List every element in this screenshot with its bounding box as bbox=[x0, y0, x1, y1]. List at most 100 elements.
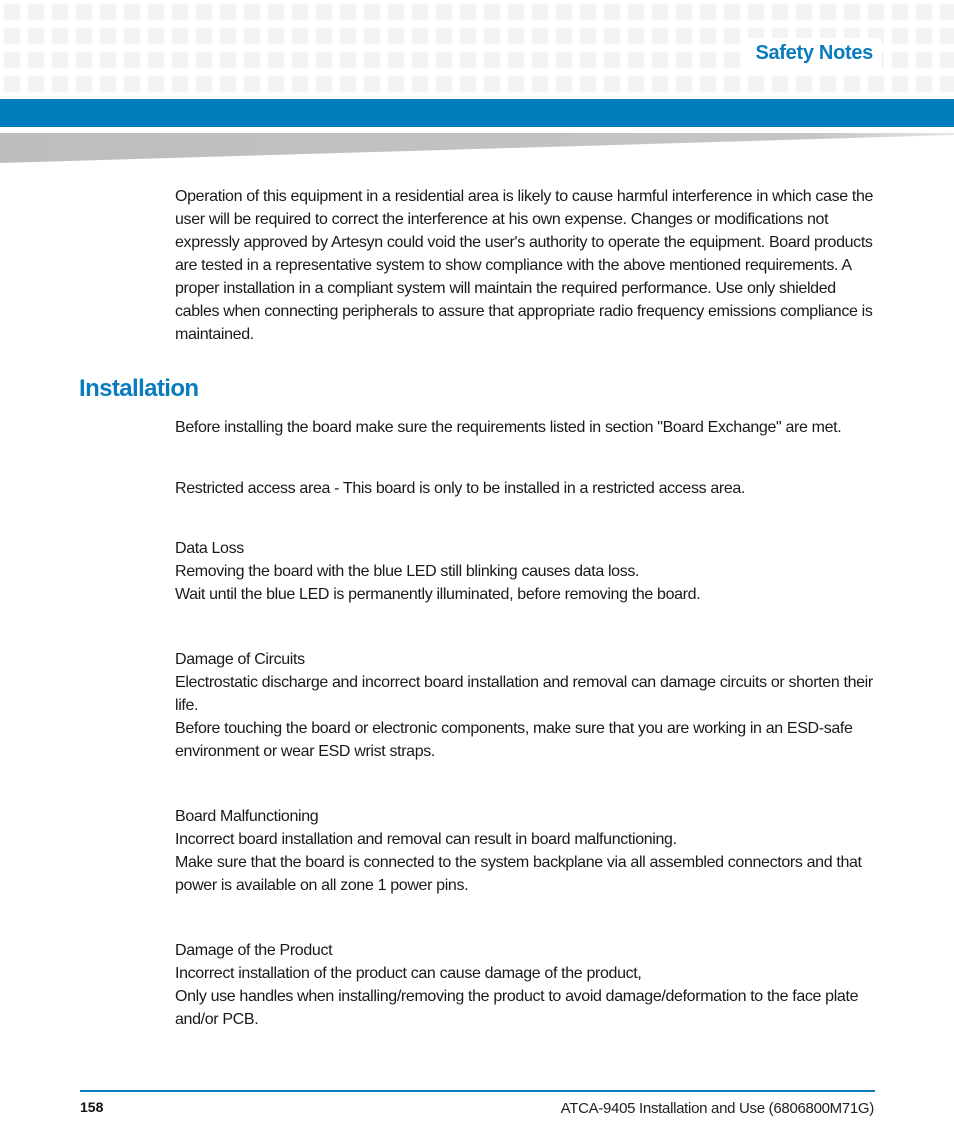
grid-square bbox=[916, 76, 932, 92]
grid-square bbox=[76, 4, 92, 20]
notice-line: Electrostatic discharge and incorrect bo… bbox=[175, 674, 873, 714]
grid-square bbox=[532, 28, 548, 44]
grid-square bbox=[124, 76, 140, 92]
grid-square bbox=[436, 52, 452, 68]
grid-square bbox=[868, 4, 884, 20]
notice-title: Data Loss bbox=[175, 540, 244, 557]
grid-square bbox=[316, 52, 332, 68]
grid-square bbox=[28, 4, 44, 20]
grid-square bbox=[292, 52, 308, 68]
grid-square bbox=[220, 4, 236, 20]
notice-data-loss: Data Loss Removing the board with the bl… bbox=[175, 537, 875, 606]
grid-square bbox=[604, 76, 620, 92]
paragraph-text: Restricted access area - This board is o… bbox=[175, 480, 746, 497]
header-blue-bar bbox=[0, 99, 954, 127]
document-title: ATCA-9405 Installation and Use (6806800M… bbox=[560, 1100, 875, 1117]
installation-paragraph-requirements: Before installing the board make sure th… bbox=[175, 416, 875, 439]
grid-square bbox=[508, 52, 524, 68]
grid-square bbox=[340, 76, 356, 92]
grid-square bbox=[916, 28, 932, 44]
grid-square bbox=[820, 4, 836, 20]
grid-square bbox=[532, 4, 548, 20]
footer-divider bbox=[80, 1090, 875, 1092]
grid-square bbox=[772, 76, 788, 92]
grid-square bbox=[508, 76, 524, 92]
grid-square bbox=[388, 76, 404, 92]
grid-square bbox=[268, 28, 284, 44]
grid-square bbox=[772, 4, 788, 20]
grid-square bbox=[100, 4, 116, 20]
grid-square bbox=[196, 28, 212, 44]
grid-square bbox=[532, 76, 548, 92]
notice-title: Damage of Circuits bbox=[175, 651, 305, 668]
grid-square bbox=[676, 4, 692, 20]
grid-square bbox=[676, 76, 692, 92]
grid-square bbox=[628, 28, 644, 44]
grid-square bbox=[292, 28, 308, 44]
grid-square bbox=[220, 76, 236, 92]
grid-square bbox=[220, 52, 236, 68]
grid-square bbox=[172, 4, 188, 20]
grid-square bbox=[172, 28, 188, 44]
grid-square bbox=[484, 76, 500, 92]
grid-square bbox=[652, 52, 668, 68]
grid-square bbox=[268, 52, 284, 68]
grid-square bbox=[268, 76, 284, 92]
grid-square bbox=[580, 4, 596, 20]
grid-square bbox=[220, 28, 236, 44]
grid-square bbox=[52, 76, 68, 92]
grid-square bbox=[28, 76, 44, 92]
notice-line: Incorrect installation of the product ca… bbox=[175, 965, 642, 982]
grid-square bbox=[628, 76, 644, 92]
grid-square bbox=[676, 28, 692, 44]
grid-square bbox=[412, 52, 428, 68]
grid-square bbox=[508, 4, 524, 20]
grid-square bbox=[484, 52, 500, 68]
grid-square bbox=[124, 4, 140, 20]
grid-square bbox=[628, 4, 644, 20]
grid-square bbox=[388, 4, 404, 20]
grid-square bbox=[244, 28, 260, 44]
intro-paragraph: Operation of this equipment in a residen… bbox=[175, 188, 874, 343]
grid-square bbox=[100, 52, 116, 68]
grid-square bbox=[892, 52, 908, 68]
grid-square bbox=[652, 76, 668, 92]
grid-square bbox=[484, 4, 500, 20]
grid-square bbox=[844, 4, 860, 20]
grid-square bbox=[292, 76, 308, 92]
grid-square bbox=[388, 28, 404, 44]
grid-square bbox=[364, 28, 380, 44]
grid-square bbox=[700, 28, 716, 44]
grid-square bbox=[124, 28, 140, 44]
grid-square bbox=[4, 76, 20, 92]
grid-square bbox=[148, 28, 164, 44]
grid-square bbox=[316, 76, 332, 92]
grid-square bbox=[724, 52, 740, 68]
grid-square bbox=[244, 76, 260, 92]
notice-line: Wait until the blue LED is permanently i… bbox=[175, 586, 701, 603]
grid-square bbox=[484, 28, 500, 44]
notice-board-malfunctioning: Board Malfunctioning Incorrect board ins… bbox=[175, 805, 875, 897]
grid-square bbox=[436, 28, 452, 44]
grid-square bbox=[604, 28, 620, 44]
installation-paragraph-restricted-access: Restricted access area - This board is o… bbox=[175, 477, 875, 500]
grid-square bbox=[340, 28, 356, 44]
notice-title: Board Malfunctioning bbox=[175, 808, 319, 825]
grid-square bbox=[676, 52, 692, 68]
grid-square bbox=[652, 28, 668, 44]
grid-square bbox=[796, 4, 812, 20]
grid-square bbox=[76, 28, 92, 44]
grid-square bbox=[556, 76, 572, 92]
intro-section: Operation of this equipment in a residen… bbox=[175, 185, 875, 346]
grid-square bbox=[340, 52, 356, 68]
grid-square bbox=[820, 76, 836, 92]
grid-square bbox=[100, 76, 116, 92]
grid-square bbox=[844, 76, 860, 92]
grid-square bbox=[604, 4, 620, 20]
grid-square bbox=[148, 4, 164, 20]
grid-square bbox=[724, 28, 740, 44]
section-title: Safety Notes bbox=[747, 38, 881, 70]
grid-square bbox=[724, 76, 740, 92]
grid-square bbox=[508, 28, 524, 44]
grid-square bbox=[52, 28, 68, 44]
